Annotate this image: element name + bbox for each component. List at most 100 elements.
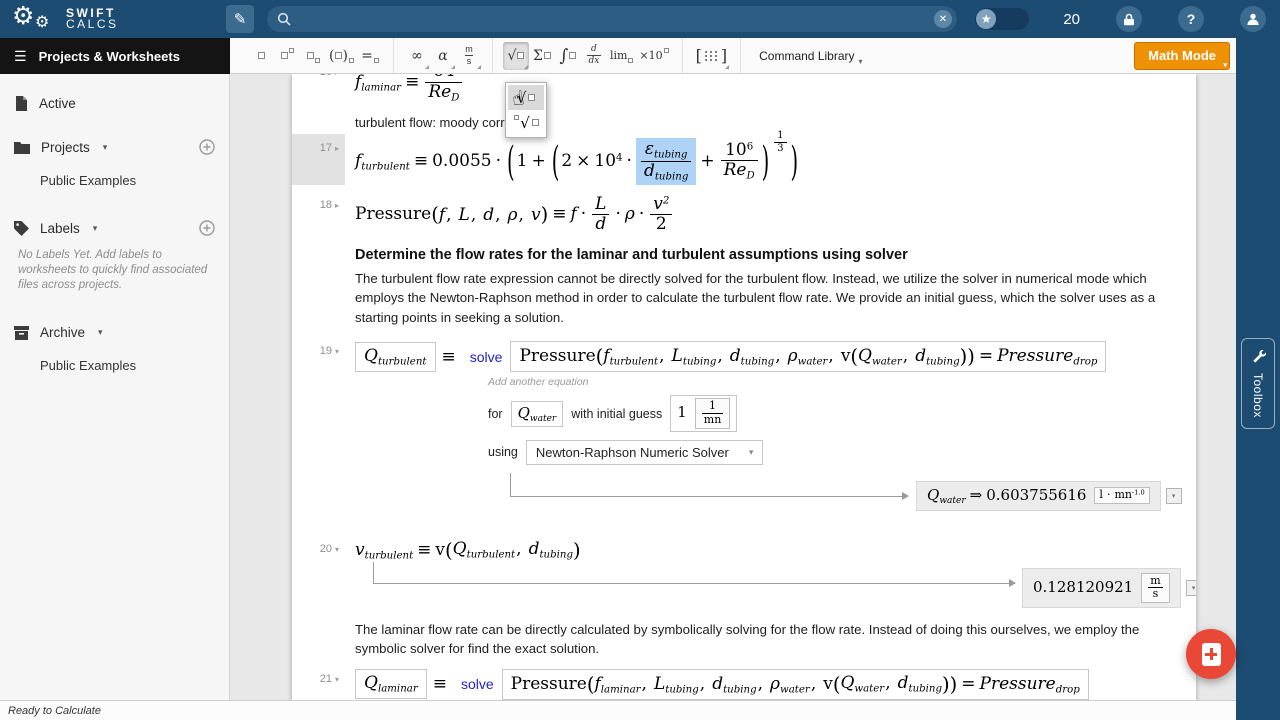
command-library-button[interactable]: Command Library ▾ [751, 42, 870, 70]
gutter[interactable] [292, 111, 345, 130]
line-number-17[interactable]: 17 ▸ [292, 134, 345, 185]
add-project-button[interactable] [199, 139, 215, 155]
gutter[interactable] [292, 616, 345, 659]
paragraph-1[interactable]: The turbulent flow rate expression canno… [355, 269, 1160, 328]
plus-circle-icon [199, 139, 215, 155]
line-number-21[interactable]: 21 ▾ [292, 665, 345, 700]
solve-variable-box[interactable]: Qwater [510, 400, 564, 427]
equation-18[interactable]: Pressure(f, L, d, ρ, v) ≡ f · Ld · ρ · v2 2 [355, 194, 674, 234]
sidebar-item-active[interactable]: Active [0, 86, 229, 121]
solve-target-box[interactable]: Qlaminar [355, 669, 427, 700]
toolbox-tab[interactable]: Toolbox [1241, 338, 1275, 429]
integral-button[interactable]: ∫ [555, 42, 581, 70]
worksheet-text-moody[interactable]: turbulent flow: moody correlation [292, 111, 1196, 130]
superscript-button[interactable] [274, 42, 300, 70]
add-label-button[interactable] [199, 220, 215, 236]
clear-search-button[interactable]: ✕ [934, 10, 952, 28]
menu-item-nth-root[interactable]: √ [508, 110, 544, 135]
gear-icon: ⚙ [12, 2, 35, 30]
equals-button[interactable]: = [357, 42, 383, 70]
worksheet-line-16[interactable]: 16 ▸ flaminar≡64ReD [292, 74, 1196, 103]
chevron-down-icon: ▾ [98, 327, 103, 337]
solve-equation-box[interactable]: Pressure(fturbulent, Ltubing, dtubing, ρwat… [510, 341, 1107, 373]
sidebar-item-archive[interactable]: Archive ▾ [0, 315, 229, 350]
edit-button[interactable]: ✎ [226, 5, 254, 33]
result-options-button[interactable]: ▾ [1165, 487, 1182, 504]
line-number-18[interactable]: 18 ▸ [292, 191, 345, 235]
initial-guess-box[interactable]: 1 1 mn [670, 395, 738, 432]
equation-20[interactable]: vturbulent ≡ v(Qturbulent, dtubing) [355, 539, 581, 562]
worksheet-line-20[interactable]: 20 ▾ vturbulent ≡ v(Qturbulent, dtubing) 0.… [292, 535, 1196, 608]
solve-target-box[interactable]: Qturbulent [355, 342, 436, 372]
sidebar-item-public-examples-archive[interactable]: Public Examples [0, 350, 229, 383]
sqrt-button[interactable]: √ [502, 41, 529, 70]
top-bar: ⚙ ⚙ SWIFT CALCS ✎ ✕ ★ 20 ? [0, 0, 1280, 38]
section-heading: Determine the flow rates for the laminar… [355, 246, 908, 263]
greek-alpha-button[interactable]: α [430, 42, 456, 70]
help-button[interactable]: ? [1178, 6, 1204, 32]
sci-notation-button[interactable]: ×10 [636, 42, 671, 70]
sidebar-item-label: Archive [40, 325, 86, 340]
solve-keyword[interactable]: solve [461, 676, 494, 692]
solve-equation-box[interactable]: Pressure(flaminar, Ltubing, dtubing, ρwater… [501, 668, 1089, 700]
menu-icon[interactable]: ☰ [14, 48, 27, 65]
sum-button[interactable]: Σ [529, 42, 555, 70]
subscript-button[interactable] [300, 42, 326, 70]
limit-button[interactable]: lim [607, 42, 636, 70]
labels-empty-message: No Labels Yet. Add labels to worksheets … [18, 249, 208, 291]
matrix-button[interactable]: [ ] [693, 42, 731, 70]
paren-icon: ( [329, 47, 335, 64]
new-worksheet-button[interactable] [1186, 629, 1236, 679]
gutter[interactable] [292, 243, 345, 328]
placeholder-box-icon [307, 52, 314, 59]
disclosure-icon: ▸ [334, 200, 339, 210]
chevron-down-icon: ▾ [102, 141, 108, 152]
line-number-label: 17 [319, 142, 332, 155]
chevron-down-icon: ▾ [858, 56, 863, 66]
infinity-button[interactable]: ∞ [404, 42, 430, 70]
add-equation-link[interactable]: Add another equation [488, 376, 1196, 388]
solver-select[interactable]: Newton-Raphson Numeric Solver ▾ [525, 439, 764, 465]
subscript-box-icon [315, 58, 320, 63]
derivative-button[interactable]: d dx [581, 42, 607, 70]
integral-icon: ∫ [559, 45, 569, 66]
limit-icon: lim [609, 49, 628, 62]
result-value-20[interactable]: 0.128120921 m s [1022, 567, 1181, 608]
paragraph-2[interactable]: The laminar flow rate can be directly ca… [355, 620, 1160, 659]
worksheet-text-block-1[interactable]: Determine the flow rates for the laminar… [292, 243, 1196, 328]
solve-keyword[interactable]: solve [470, 349, 503, 365]
sidebar-item-labels[interactable]: Labels ▾ [0, 210, 229, 246]
equation-16[interactable]: flaminar≡64ReD [355, 74, 464, 103]
line-number-16[interactable]: 16 ▸ [292, 74, 345, 103]
result-value-19[interactable]: Qwater ⇒ 0.603755616 l · mn-1.0 [916, 480, 1161, 511]
units-button[interactable]: ms [456, 42, 482, 70]
line-number-20[interactable]: 20 ▾ [292, 535, 345, 608]
search-bar[interactable]: ✕ [267, 6, 957, 32]
sidebar-item-label: Projects [41, 139, 90, 155]
disclosure-icon: ▸ [335, 74, 339, 77]
worksheet-line-17[interactable]: 17 ▸ fturbulent ≡ 0.0055 ·(1 +(2 × 104 · εtubing… [292, 130, 1196, 185]
result-options-button[interactable]: ▾ [1185, 579, 1196, 596]
toolbar-group-operators: √ Σ ∫ d dx lim ×10 [493, 38, 683, 73]
worksheet-line-18[interactable]: 18 ▸ Pressure(f, L, d, ρ, v) ≡ f · Ld · ρ · v2 2 [292, 191, 1196, 235]
result-line-19: Qwater ⇒ 0.603755616 l · mn-1.0 ▾ [355, 472, 1196, 525]
line-number-19[interactable]: 19 ▾ [292, 337, 345, 524]
worksheet-line-19[interactable]: 19 ▾ Qturbulent ≡ solve Pressure(fturbul… [292, 337, 1196, 524]
math-mode-button[interactable]: Math Mode ▾ [1134, 41, 1230, 70]
sidebar-item-projects[interactable]: Projects ▾ [0, 129, 229, 165]
sidebar-item-public-examples[interactable]: Public Examples [0, 165, 229, 198]
math-box-button[interactable] [248, 42, 274, 70]
worksheet-text-block-2[interactable]: The laminar flow rate can be directly ca… [292, 616, 1196, 659]
worksheet-line-21[interactable]: 21 ▾ Qlaminar ≡ solve Pressure(flaminar,… [292, 665, 1196, 700]
account-button[interactable] [1240, 6, 1266, 32]
privacy-lock-button[interactable] [1116, 6, 1142, 32]
moody-text[interactable]: turbulent flow: moody correlation [355, 115, 1196, 130]
equation-17[interactable]: fturbulent ≡ 0.0055 ·(1 +(2 × 104 · εtubing dtubi… [355, 130, 800, 185]
dropdown-corner-icon [424, 64, 429, 69]
search-input[interactable] [299, 6, 926, 32]
sidebar-item-label: Public Examples [40, 173, 137, 188]
parentheses-button[interactable]: () [326, 42, 357, 70]
placeholder-box-icon [517, 52, 525, 59]
favorite-toggle[interactable]: ★ [975, 8, 1030, 30]
brand-logo[interactable]: ⚙ ⚙ SWIFT CALCS [0, 3, 226, 35]
